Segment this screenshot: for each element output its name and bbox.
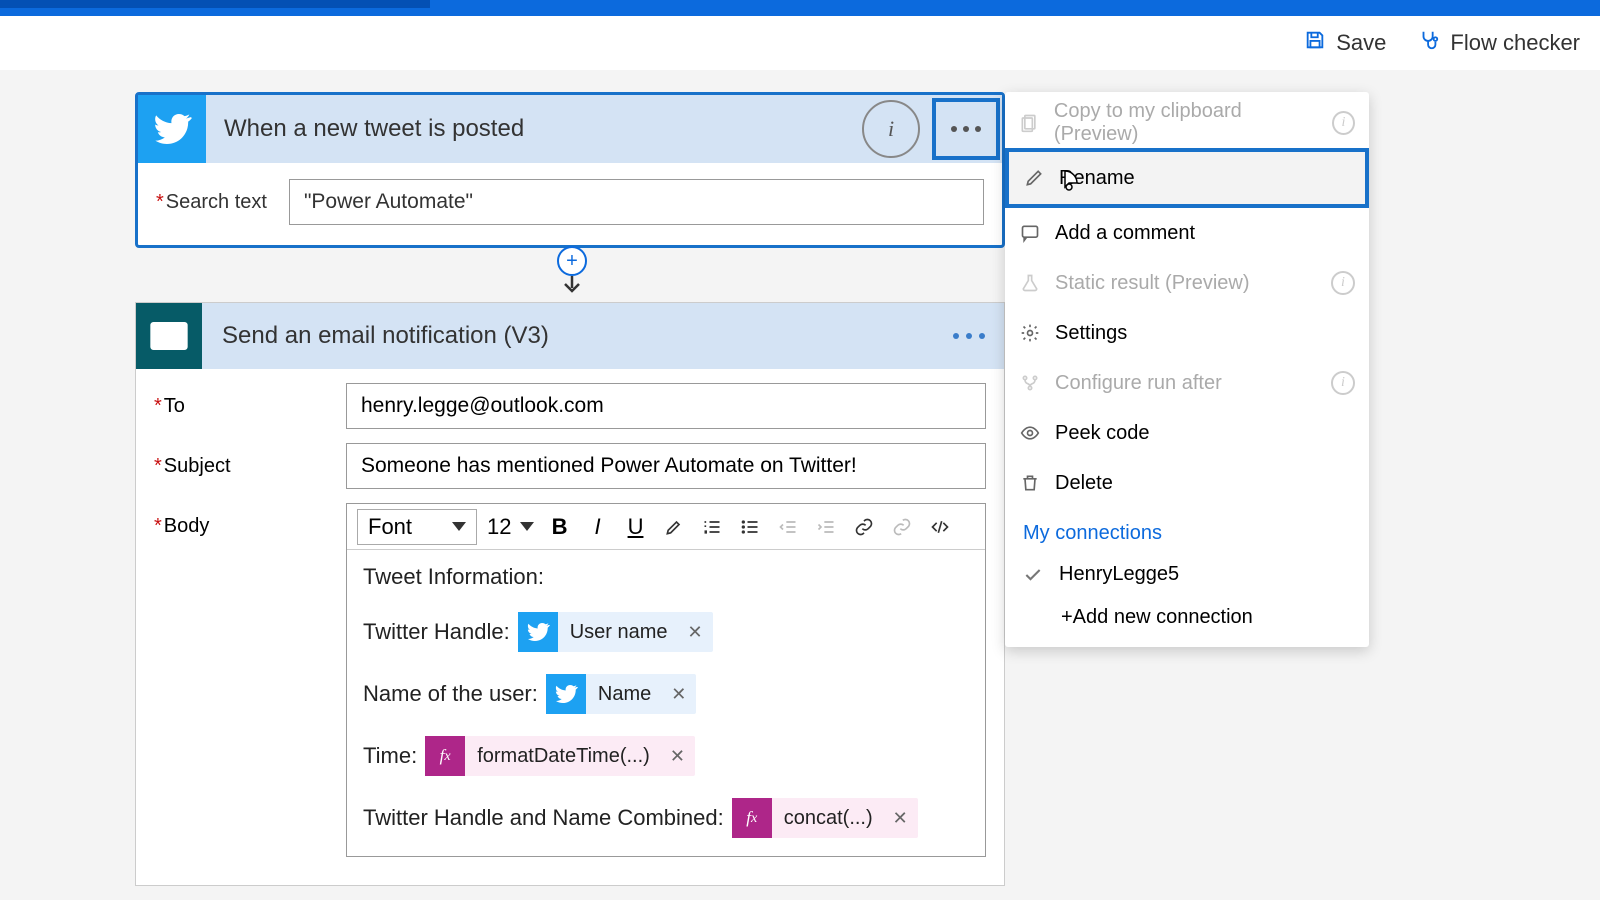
body-line1-label: Twitter Handle: <box>363 619 510 645</box>
body-line4-label: Twitter Handle and Name Combined: <box>363 805 724 831</box>
chevron-down-icon <box>452 522 466 531</box>
body-label: *Body <box>154 503 346 538</box>
flow-checker-label: Flow checker <box>1450 30 1580 56</box>
body-line2-label: Name of the user: <box>363 681 538 707</box>
info-icon[interactable]: i <box>1331 371 1355 395</box>
chevron-down-icon <box>520 522 534 531</box>
token-remove-icon[interactable]: ✕ <box>661 684 696 705</box>
action-title: Send an email notification (V3) <box>202 322 934 350</box>
trigger-more-button[interactable] <box>932 98 1000 160</box>
toolbar: Save Flow checker <box>0 16 1600 70</box>
add-connection-button[interactable]: +Add new connection <box>1005 596 1369 633</box>
code-view-button[interactable] <box>924 511 956 543</box>
mail-icon <box>136 303 202 369</box>
link-button[interactable] <box>848 511 880 543</box>
twitter-icon <box>138 95 206 163</box>
italic-button[interactable]: I <box>582 511 614 543</box>
plus-icon[interactable]: + <box>557 246 587 276</box>
token-remove-icon[interactable]: ✕ <box>660 746 695 767</box>
save-button[interactable]: Save <box>1304 29 1386 57</box>
font-select[interactable]: Font <box>357 509 477 545</box>
to-label: *To <box>154 383 346 418</box>
underline-button[interactable]: U <box>620 511 652 543</box>
trigger-header[interactable]: When a new tweet is posted i <box>138 95 1002 163</box>
body-line3-label: Time: <box>363 743 417 769</box>
info-icon[interactable]: i <box>1332 111 1355 135</box>
action-body: *To *Subject *Body Font <box>136 369 1004 885</box>
action-card: Send an email notification (V3) *To *Sub… <box>135 302 1005 886</box>
bold-button[interactable]: B <box>544 511 576 543</box>
action-header[interactable]: Send an email notification (V3) <box>136 303 1004 369</box>
menu-add-comment[interactable]: Add a comment <box>1005 208 1369 258</box>
highlight-button[interactable] <box>658 511 690 543</box>
check-icon <box>1023 565 1043 585</box>
subject-label: *Subject <box>154 443 346 478</box>
menu-static-result[interactable]: Static result (Preview) i <box>1005 258 1369 308</box>
numbered-list-button[interactable] <box>696 511 728 543</box>
comment-icon <box>1019 222 1041 244</box>
twitter-icon <box>546 674 586 714</box>
trigger-card: When a new tweet is posted i *Search tex… <box>135 92 1005 248</box>
flask-icon <box>1019 272 1041 294</box>
arrow-down-icon <box>560 276 584 299</box>
save-label: Save <box>1336 30 1386 56</box>
info-icon[interactable]: i <box>1331 271 1355 295</box>
token-formatdatetime[interactable]: fx formatDateTime(...) ✕ <box>425 736 695 776</box>
token-remove-icon[interactable]: ✕ <box>883 808 918 829</box>
add-step[interactable]: + <box>557 246 587 299</box>
rte-toolbar: Font 12 B I U <box>347 504 985 550</box>
eye-icon <box>1019 422 1041 444</box>
trigger-title: When a new tweet is posted <box>206 115 862 143</box>
fx-icon: fx <box>732 798 772 838</box>
search-text-label: *Search text <box>156 191 267 214</box>
trash-icon <box>1019 472 1041 494</box>
twitter-icon <box>518 612 558 652</box>
branch-icon <box>1019 372 1041 394</box>
menu-my-connections-label: My connections <box>1005 508 1369 553</box>
to-input[interactable] <box>346 383 986 429</box>
menu-rename[interactable]: Rename <box>1005 148 1369 208</box>
flow-checker-button[interactable]: Flow checker <box>1418 29 1580 57</box>
body-intro-text: Tweet Information: <box>363 564 969 590</box>
indent-button[interactable] <box>810 511 842 543</box>
menu-configure-run-after[interactable]: Configure run after i <box>1005 358 1369 408</box>
rich-text-editor: Font 12 B I U <box>346 503 986 857</box>
token-name[interactable]: Name ✕ <box>546 674 696 714</box>
trigger-body: *Search text <box>138 163 1002 245</box>
menu-peek-code[interactable]: Peek code <box>1005 408 1369 458</box>
token-remove-icon[interactable]: ✕ <box>678 622 713 643</box>
context-menu: Copy to my clipboard (Preview) i Rename … <box>1005 92 1369 647</box>
bullet-list-button[interactable] <box>734 511 766 543</box>
menu-settings[interactable]: Settings <box>1005 308 1369 358</box>
token-concat[interactable]: fx concat(...) ✕ <box>732 798 918 838</box>
rte-content[interactable]: Tweet Information: Twitter Handle: User … <box>347 550 985 856</box>
fx-icon: fx <box>425 736 465 776</box>
pencil-icon <box>1023 167 1045 189</box>
menu-copy-clipboard[interactable]: Copy to my clipboard (Preview) i <box>1005 98 1369 148</box>
browser-chrome-bar <box>0 0 1600 16</box>
outdent-button[interactable] <box>772 511 804 543</box>
token-username[interactable]: User name ✕ <box>518 612 713 652</box>
clipboard-icon <box>1019 112 1040 134</box>
menu-delete[interactable]: Delete <box>1005 458 1369 508</box>
subject-input[interactable] <box>346 443 986 489</box>
unlink-button[interactable] <box>886 511 918 543</box>
info-icon[interactable]: i <box>862 100 920 158</box>
action-more-button[interactable] <box>934 306 1004 366</box>
flow-canvas: When a new tweet is posted i *Search tex… <box>0 70 1600 118</box>
gear-icon <box>1019 322 1041 344</box>
search-text-input[interactable] <box>289 179 984 225</box>
save-icon <box>1304 29 1326 57</box>
stethoscope-icon <box>1418 29 1440 57</box>
font-size-select[interactable]: 12 <box>483 514 537 540</box>
connection-item[interactable]: HenryLegge5 <box>1005 553 1369 596</box>
